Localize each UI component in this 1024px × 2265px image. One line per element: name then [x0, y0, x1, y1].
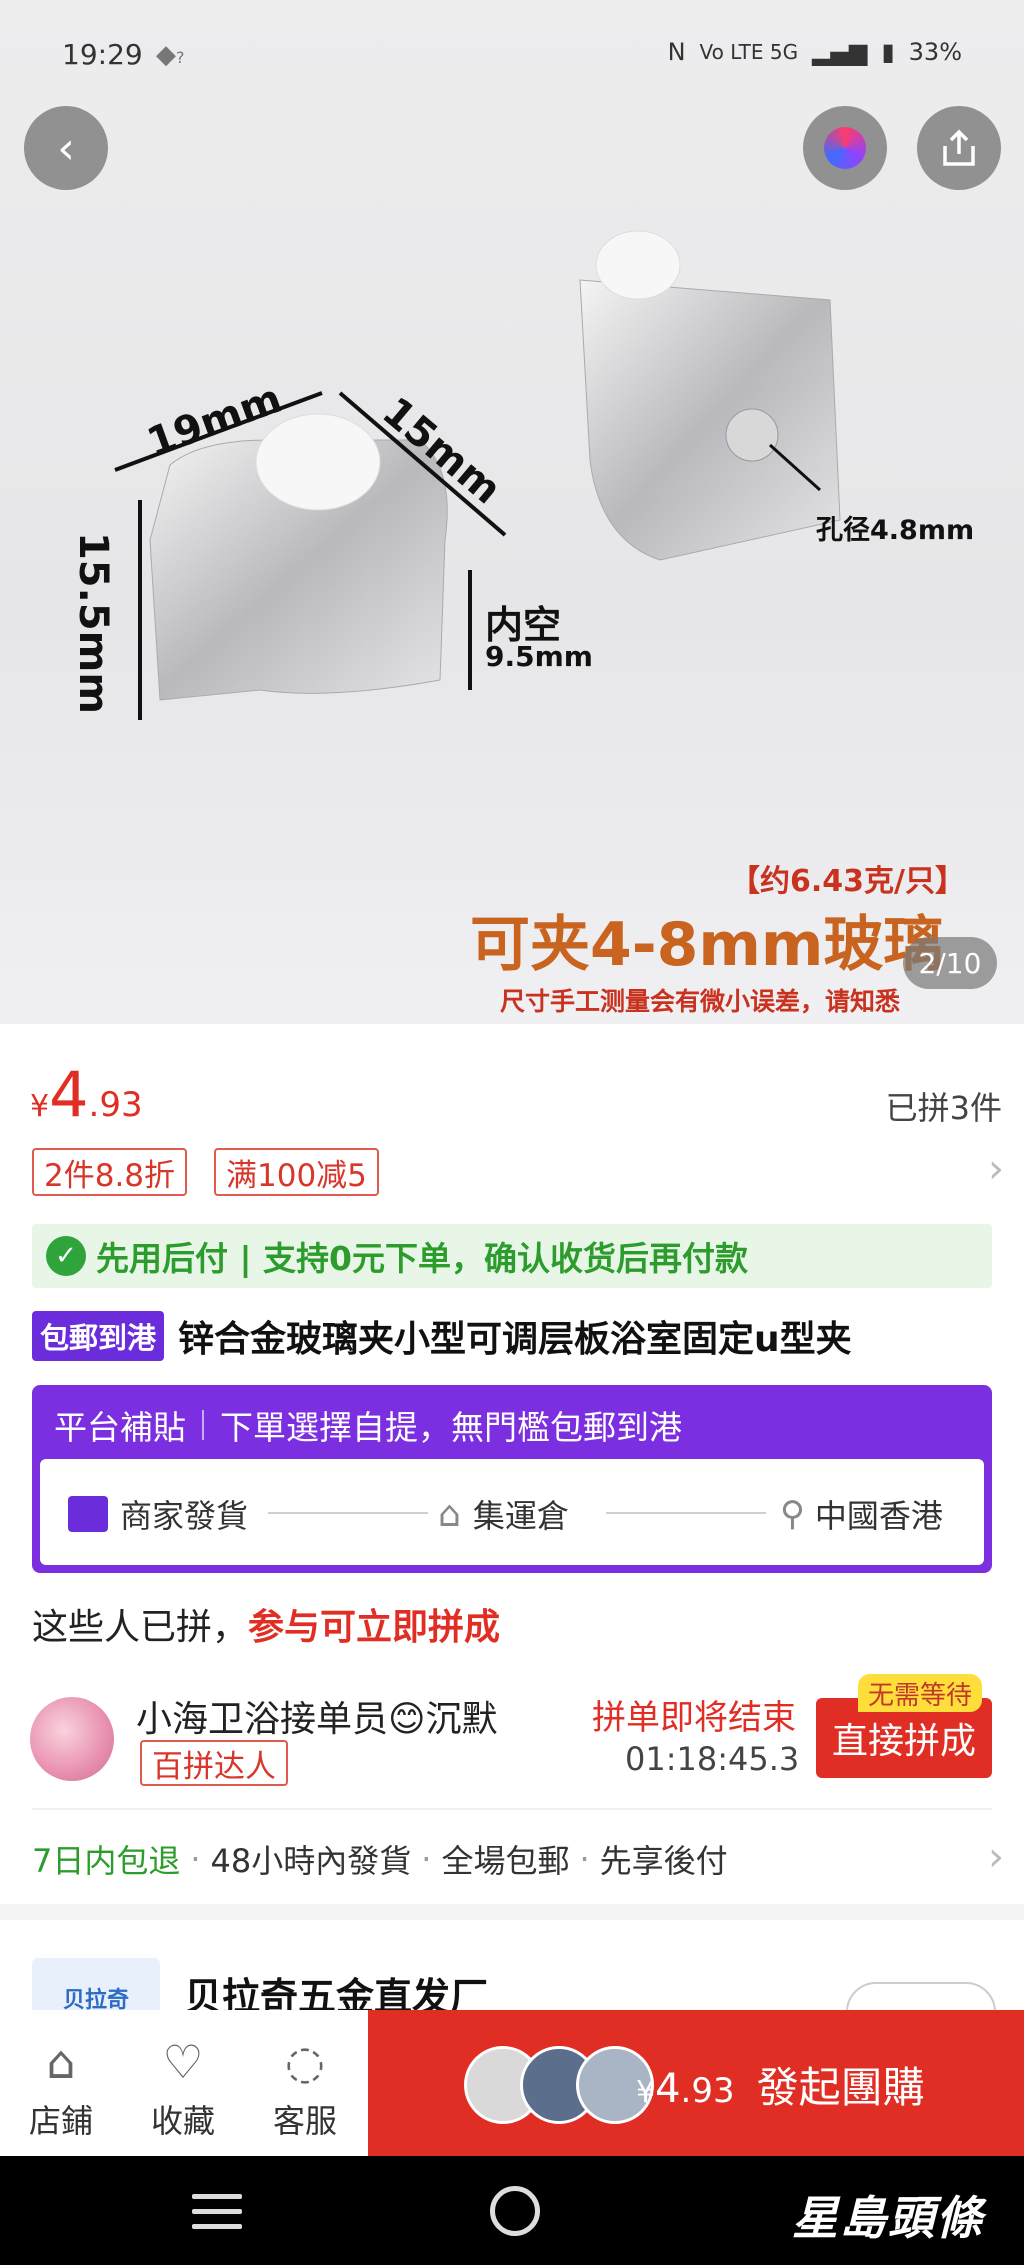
brand-app-button[interactable]: [803, 106, 887, 190]
route-via: 集運倉: [472, 1497, 569, 1535]
guarantee-return: 7日内包退: [32, 1842, 181, 1880]
price-integer: 4: [49, 1058, 89, 1131]
route-from: 商家發貨: [120, 1497, 249, 1535]
product-title-row: 包郵到港 锌合金玻璃夹小型可调层板浴室固定u型夹: [32, 1310, 1012, 1362]
group-user-name: 小海卫浴接单员😊沉默: [136, 1699, 498, 1740]
promo-tag-discount[interactable]: 2件8.8折: [32, 1148, 188, 1196]
shield-check-icon: ✓: [46, 1236, 86, 1276]
signal-icon: ▂▄▆: [812, 38, 868, 66]
customer-service-button[interactable]: ◌ 客服: [250, 2036, 360, 2142]
divider: [202, 1410, 204, 1440]
image-counter: 2/10: [903, 937, 997, 989]
price: ¥4.93: [30, 1058, 143, 1131]
share-icon: [943, 129, 975, 166]
group-heading: 这些人已拼，参与可立即拼成: [32, 1598, 500, 1650]
store-label: 店鋪: [28, 2102, 93, 2140]
no-wait-badge: 无需等待: [858, 1674, 983, 1712]
sold-count: 已拼3件: [885, 1089, 1002, 1127]
store-icon: [68, 1496, 108, 1532]
free-shipping-badge: 包郵到港: [32, 1311, 165, 1361]
favorite-button[interactable]: ♡ 收藏: [128, 2036, 238, 2142]
hero-headline: 可夹4-8mm玻璃: [470, 910, 944, 980]
promo-tag-coupon[interactable]: 满100减5: [214, 1148, 379, 1196]
location-pin-icon: ⚲: [780, 1494, 805, 1534]
service-label: 客服: [272, 2102, 337, 2140]
wifi-status: ?: [176, 48, 185, 67]
home-button[interactable]: [490, 2186, 540, 2236]
price-symbol: ¥: [30, 1089, 50, 1124]
dot-separator: ·: [190, 1840, 201, 1878]
store-button[interactable]: ⌂ 店鋪: [6, 2036, 116, 2142]
recents-button[interactable]: [192, 2194, 242, 2239]
pay-later-banner[interactable]: ✓ 先用后付 | 支持0元下单，确认收货后再付款: [32, 1224, 992, 1288]
dot-separator: ·: [421, 1840, 432, 1878]
dim-height: 15.5mm: [70, 531, 117, 715]
route-to: 中國香港: [814, 1497, 943, 1535]
battery-level: 33%: [908, 38, 962, 66]
battery-icon: ▮: [881, 38, 895, 66]
platform-subsidy-label: 平台補貼: [54, 1408, 186, 1447]
warehouse-icon: ⌂: [438, 1493, 461, 1535]
chevron-left-icon: ‹: [57, 122, 75, 174]
brand-logo-icon: [824, 127, 866, 169]
dim-hole: 孔径4.8mm: [816, 515, 975, 546]
chat-icon: ◌: [284, 2035, 326, 2089]
group-ending-label: 拼单即将结束: [592, 1698, 796, 1738]
chevron-right-icon[interactable]: ›: [988, 1146, 1004, 1192]
group-heading-text: 这些人已拼，: [32, 1607, 249, 1648]
buy-price-integer: 4: [655, 2066, 681, 2112]
buy-price-symbol: ¥: [636, 2075, 656, 2110]
heart-icon: ♡: [162, 2035, 204, 2089]
network-label: Vo LTE 5G: [699, 40, 799, 64]
status-time: 19:29: [62, 38, 143, 71]
shipping-route: 商家發貨 ⌂ 集運倉 ⚲ 中國香港: [40, 1459, 984, 1565]
dim-inner-value: 9.5mm: [485, 640, 593, 673]
hero-disclaimer: 尺寸手工测量会有微小误差，请知悉: [500, 987, 901, 1016]
buy-label: 發起團購: [756, 2063, 925, 2112]
guarantee-free-shipping: 全場包郵: [441, 1842, 570, 1880]
shipping-card[interactable]: 平台補貼 下單選擇自提，無門檻包郵到港 商家發貨 ⌂ 集運倉 ⚲ 中國香港: [32, 1385, 992, 1573]
favorite-label: 收藏: [150, 2102, 215, 2140]
status-bar: 19:29 ◆? Ν Vo LTE 5G ▂▄▆ ▮ 33%: [0, 0, 1024, 110]
share-button[interactable]: [917, 106, 1001, 190]
back-button[interactable]: ‹: [24, 106, 108, 190]
system-nav-bar: 星島頭條: [0, 2156, 1024, 2265]
user-badge: 百拼达人: [140, 1740, 288, 1786]
nfc-icon: Ν: [667, 38, 686, 66]
dot-separator: ·: [579, 1840, 590, 1878]
group-countdown: 01:18:45.3: [625, 1740, 800, 1778]
service-guarantees[interactable]: 7日内包退 · 48小時內發貨 · 全場包郵 · 先享後付: [32, 1836, 728, 1882]
group-heading-cta: 参与可立即拼成: [248, 1607, 501, 1648]
storefront-icon: ⌂: [46, 2035, 76, 2089]
divider: [32, 1808, 992, 1810]
avatar[interactable]: [30, 1697, 114, 1781]
wifi-icon: ◆?: [156, 40, 185, 70]
guarantee-pay-later: 先享後付: [599, 1842, 728, 1880]
price-decimal: .93: [88, 1085, 143, 1125]
shipping-note: 下單選擇自提，無門檻包郵到港: [220, 1408, 682, 1447]
pay-later-text: 先用后付 | 支持0元下单，确认收货后再付款: [96, 1239, 748, 1278]
guarantee-dispatch: 48小時內發貨: [210, 1842, 412, 1880]
start-group-buy-button[interactable]: ¥4.93 發起團購: [368, 2010, 1024, 2156]
chevron-right-icon[interactable]: ›: [988, 1834, 1004, 1880]
weight-note: 【约6.43克/只】: [730, 864, 965, 899]
buy-price-decimal: .93: [680, 2071, 735, 2111]
group-avatars: [464, 2046, 654, 2124]
route-line: [268, 1512, 428, 1514]
route-line: [606, 1512, 766, 1514]
product-title: 锌合金玻璃夹小型可调层板浴室固定u型夹: [178, 1319, 852, 1360]
watermark: 星島頭條: [792, 2191, 984, 2245]
